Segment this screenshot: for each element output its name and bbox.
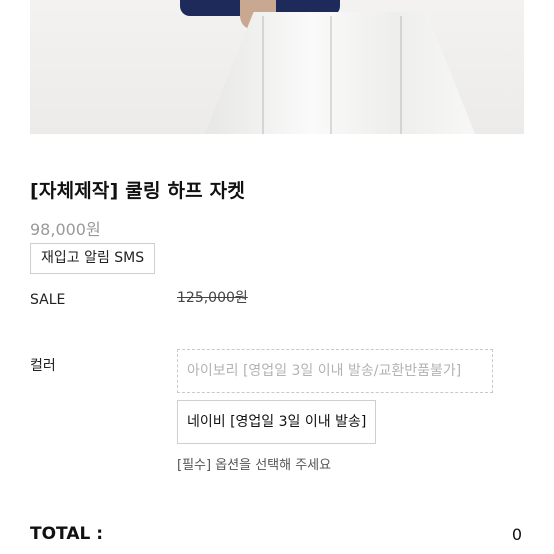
original-price: 125,000원 <box>177 290 248 306</box>
color-option-label: 컬러 <box>30 358 56 374</box>
option-ivory-button[interactable]: 아이보리 [영업일 3일 이내 발송/교환반품불가] <box>177 349 493 393</box>
skirt <box>205 12 475 134</box>
sale-label: SALE <box>30 292 66 308</box>
skirt-fold <box>330 16 332 134</box>
skirt-fold <box>400 16 402 134</box>
product-title: [자체제작] 쿨링 하프 자켓 <box>30 180 246 202</box>
skirt-fold <box>262 16 264 134</box>
product-price: 98,000원 <box>30 220 101 239</box>
restock-sms-button[interactable]: 재입고 알림 SMS <box>30 243 156 274</box>
option-navy-button[interactable]: 네이비 [영업일 3일 이내 발송] <box>177 400 377 444</box>
total-label: TOTAL : <box>30 524 104 544</box>
product-image[interactable] <box>30 0 524 134</box>
total-value: 0 <box>511 525 522 544</box>
option-required-hint: [필수] 옵션을 선택해 주세요 <box>177 458 332 473</box>
